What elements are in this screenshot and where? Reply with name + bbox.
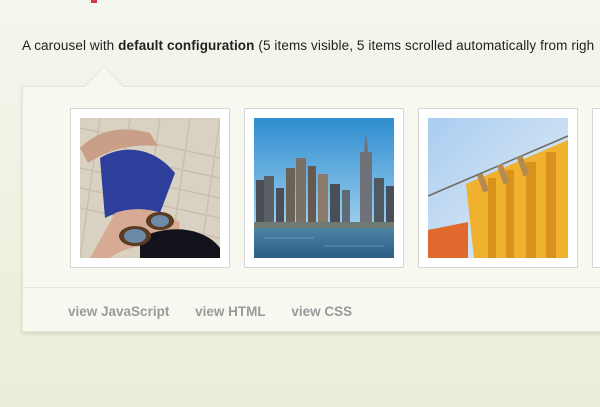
carousel-item[interactable]: [592, 108, 600, 268]
laundry-clothesline-photo: [428, 118, 568, 258]
carousel-item[interactable]: [418, 108, 578, 268]
carousel-item[interactable]: [244, 108, 404, 268]
panel-divider: [23, 287, 600, 288]
intro-text-bold: default configuration: [118, 38, 255, 53]
panel-notch-inner: [85, 67, 123, 87]
intro-text: A carousel with default configuration (5…: [22, 38, 594, 53]
carousel-item[interactable]: [70, 108, 230, 268]
woman-in-hammock-photo: [80, 118, 220, 258]
view-css-link[interactable]: view CSS: [291, 304, 352, 319]
city-skyline-photo: [254, 118, 394, 258]
accent-mark: [91, 0, 97, 3]
intro-text-before: A carousel with: [22, 38, 119, 53]
source-links: view JavaScript view HTML view CSS: [68, 304, 374, 319]
view-html-link[interactable]: view HTML: [195, 304, 266, 319]
carousel: [70, 108, 600, 268]
view-javascript-link[interactable]: view JavaScript: [68, 304, 169, 319]
intro-text-after: (5 items visible, 5 items scrolled autom…: [254, 38, 595, 53]
